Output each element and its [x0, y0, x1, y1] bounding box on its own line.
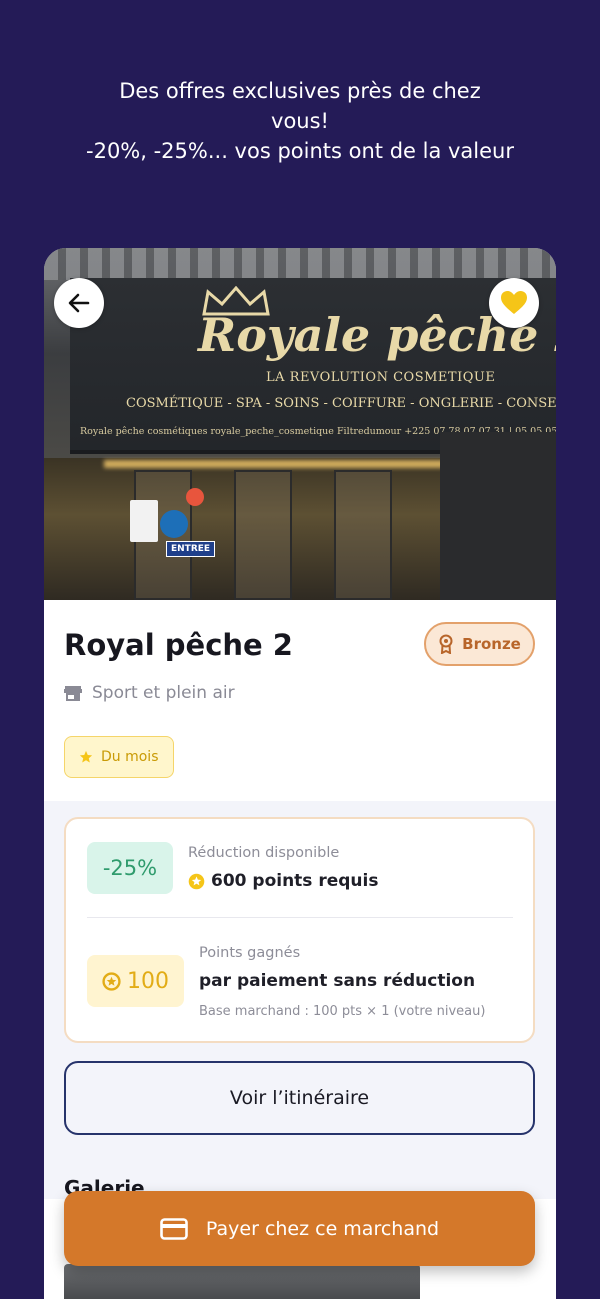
merchant-card: Royale pêche 2 LA REVOLUTION COSMETIQUE … [44, 248, 556, 1299]
discount-label: Réduction disponible [188, 845, 340, 861]
directions-button[interactable]: Voir l’itinéraire [64, 1061, 535, 1135]
pay-button-label: Payer chez ce marchand [205, 1217, 440, 1240]
store-icon [64, 686, 82, 701]
offer-divider [87, 917, 513, 918]
headline: Des offres exclusives près de chez vous!… [0, 76, 600, 166]
coin-star-icon [188, 873, 205, 889]
door-sticker [160, 510, 188, 538]
highlight-label: Du mois [101, 749, 159, 765]
earn-description: par paiement sans réduction [199, 971, 476, 991]
earn-badge: 100 [87, 955, 184, 1007]
arrow-left-icon [68, 293, 90, 313]
discount-points: 600 points requis [188, 871, 378, 891]
sign-subtitle: LA REVOLUTION COSMETIQUE [266, 370, 496, 385]
earn-label: Points gagnés [199, 945, 301, 961]
pay-merchant-button[interactable]: Payer chez ce marchand [64, 1191, 535, 1266]
coin-star-icon [102, 971, 121, 991]
door-sticker [130, 500, 158, 542]
credit-card-icon [160, 1217, 188, 1240]
glass-door [334, 470, 392, 600]
star-icon [79, 750, 93, 763]
heart-icon [501, 291, 527, 314]
storefront-photo: Royale pêche 2 LA REVOLUTION COSMETIQUE … [44, 248, 556, 600]
merchant-category: Sport et plein air [64, 683, 235, 703]
discount-points-label: 600 points requis [211, 871, 379, 891]
side-panel [440, 432, 556, 600]
glass-door [234, 470, 292, 600]
favorite-button[interactable] [489, 278, 539, 328]
entrance-label: ENTREE [166, 541, 216, 557]
earn-base: Base marchand : 100 pts × 1 (votre nivea… [199, 1004, 486, 1019]
tier-badge: Bronze [424, 622, 535, 666]
gallery-image[interactable] [64, 1264, 420, 1299]
offer-section: -25% Réduction disponible 600 points req… [44, 801, 556, 1199]
headline-line-2: vous! [271, 109, 329, 133]
storefront-beam [44, 248, 556, 280]
door-sticker [186, 488, 204, 506]
back-button[interactable] [54, 278, 104, 328]
headline-line-1: Des offres exclusives près de chez [119, 79, 481, 103]
offer-box: -25% Réduction disponible 600 points req… [64, 817, 535, 1043]
shop-light [104, 460, 444, 468]
highlight-badge: Du mois [64, 736, 174, 778]
award-icon [439, 634, 453, 654]
category-label: Sport et plein air [92, 683, 235, 703]
storefront-sign: Royale pêche 2 LA REVOLUTION COSMETIQUE … [70, 278, 556, 454]
earn-value: 100 [127, 968, 169, 994]
discount-badge: -25% [87, 842, 173, 894]
headline-line-3: -20%, -25%... vos points ont de la valeu… [86, 139, 514, 163]
merchant-name: Royal pêche 2 [64, 628, 293, 662]
sign-services: COSMÉTIQUE - SPA - SOINS - COIFFURE - ON… [126, 396, 556, 411]
tier-label: Bronze [462, 635, 521, 653]
